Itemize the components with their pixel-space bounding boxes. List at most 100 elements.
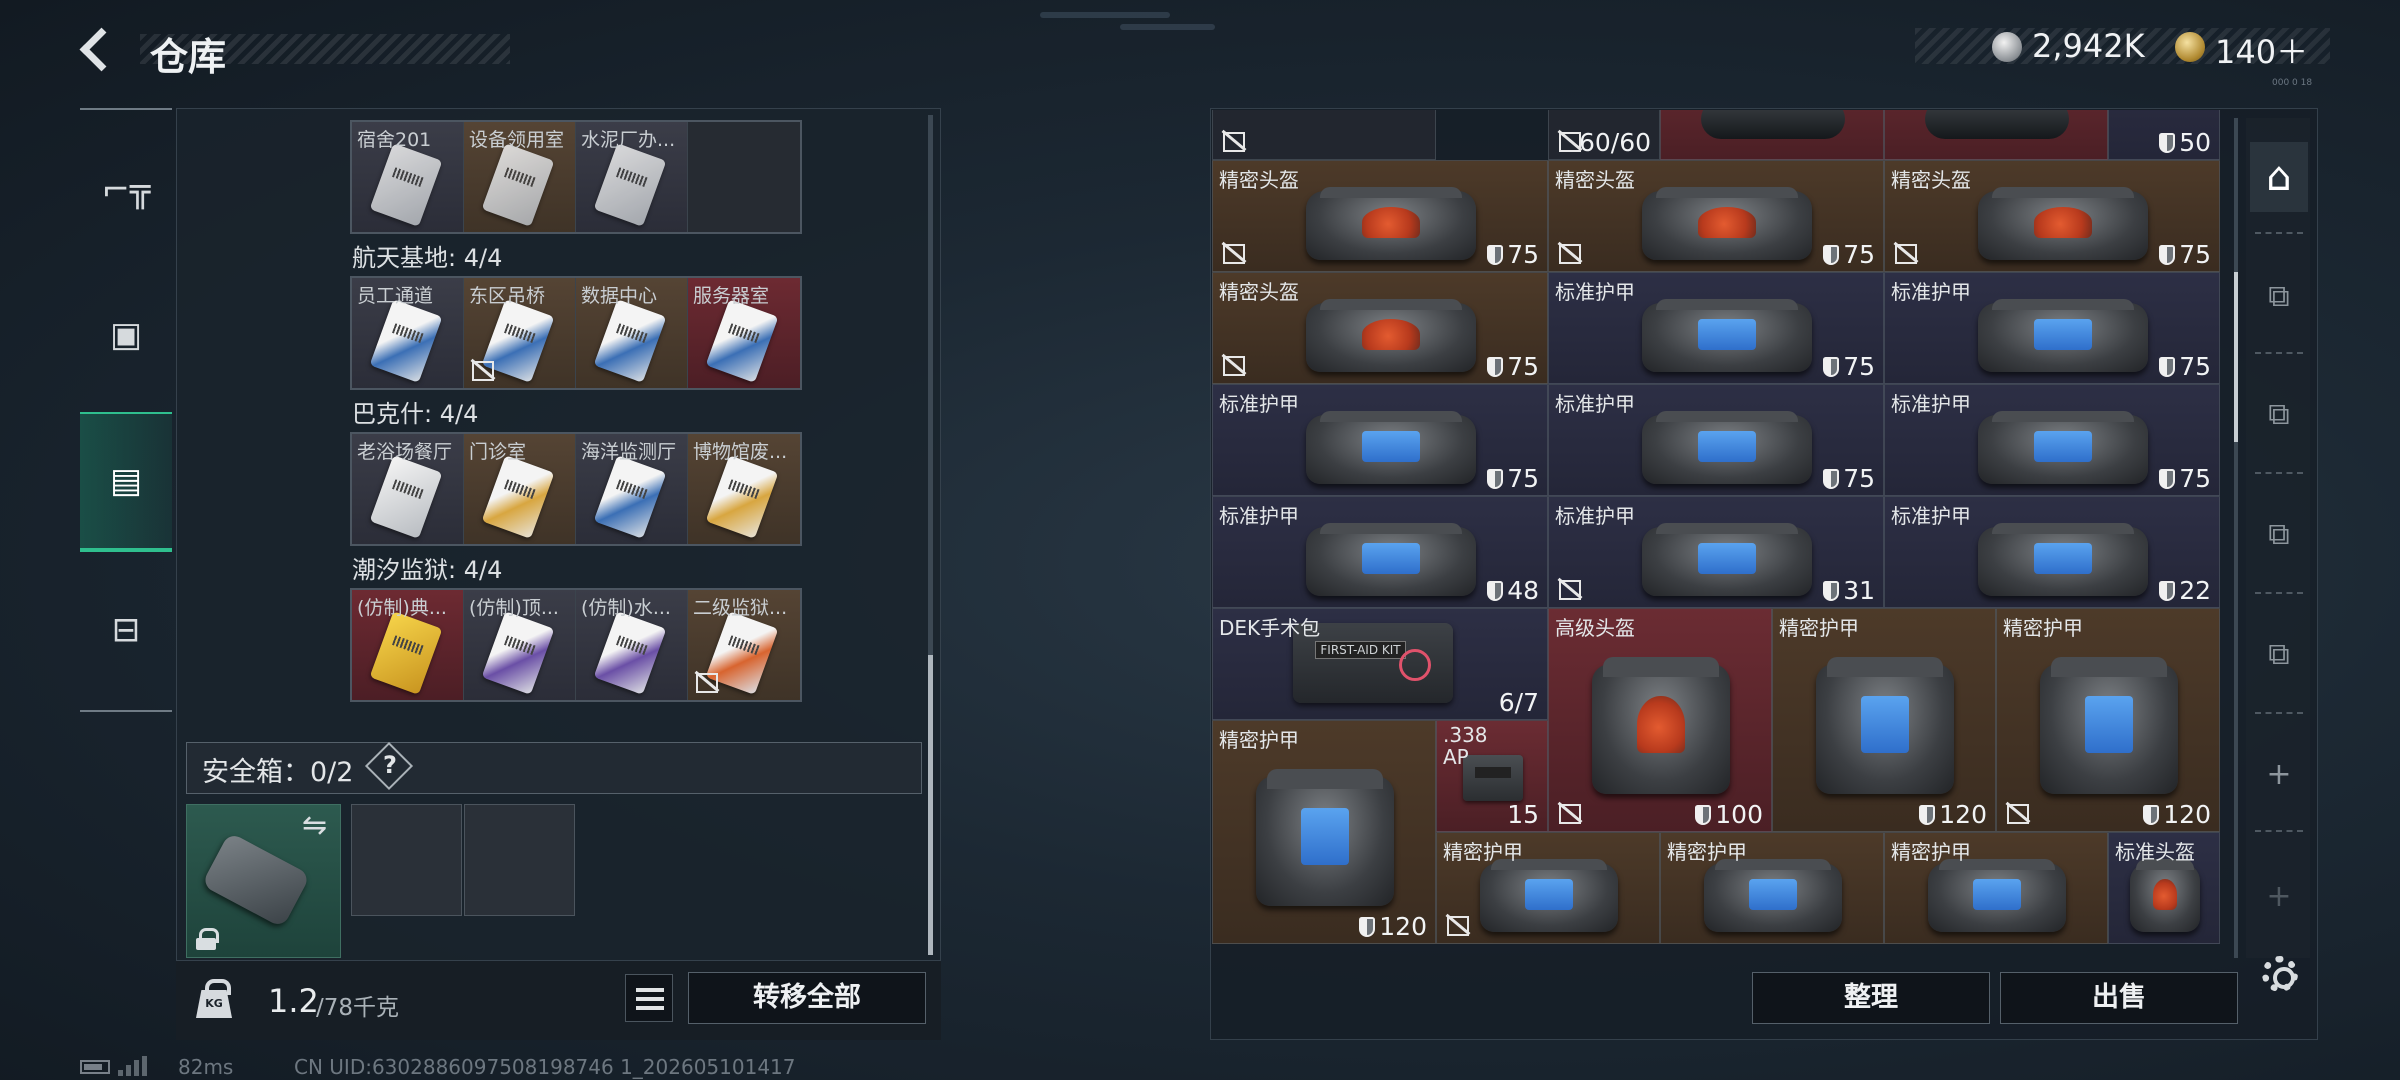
stash-item-stat: 75 [1823,464,1875,493]
key-card-name: (仿制)顶... [469,597,559,619]
key-card[interactable]: 数据中心 [576,278,688,388]
stash-item[interactable]: 60/60 [1548,110,1660,161]
stash-item[interactable]: 标准护甲 75 [1884,272,2220,385]
stash-item-name: 标准护甲 [1891,504,1971,529]
stash-item[interactable]: 精密护甲 120 [1212,720,1436,945]
key-group-title: 巴克什: 4/4 [352,400,479,428]
nav-weapons[interactable]: ⌐╦ [80,140,172,240]
keycard-icon [481,143,555,227]
stash-item[interactable]: 标准护甲 75 [1548,384,1884,497]
key-card-name: 员工通道 [357,285,434,307]
keycard-icon [481,611,555,695]
stash-item[interactable]: 精密头盔 75 [1212,272,1548,385]
stash-item[interactable]: .338 AP 15 [1436,720,1548,833]
key-card[interactable]: (仿制)水... [576,590,688,700]
stash-item-value: 120 [1379,912,1427,942]
transfer-all-button[interactable]: 转移全部 [688,972,926,1024]
stash-item[interactable]: 标准护甲 75 [1212,384,1548,497]
nav-storage[interactable]: ▤ [80,412,172,552]
nav-toolbox[interactable]: ⊟ [80,580,172,680]
stash-item[interactable]: 标准护甲 22 [1884,496,2220,609]
stash-item[interactable]: 精密护甲 120 [1772,608,1996,833]
key-card[interactable]: 老浴场餐厅 [352,434,464,544]
stash-item-value: 6/7 [1498,688,1539,718]
armor-bag-icon [1978,410,2148,485]
keycard-icon [369,611,443,695]
stash-item-partial[interactable] [1212,110,1436,161]
key-card[interactable]: 设备领用室 [464,122,576,232]
key-card[interactable]: 东区吊桥 [464,278,576,388]
key-card[interactable]: 海洋监测厅 [576,434,688,544]
gold-amount[interactable]: 140＋ [2215,27,2308,73]
key-card[interactable]: 水泥厂办... [576,122,688,232]
swap-icon[interactable]: ⇋ [302,808,327,843]
key-card[interactable]: 宿舍201 [352,122,464,232]
stash-item-name: 标准护甲 [1555,392,1635,417]
stash-item[interactable]: 精密护甲 120 [1996,608,2220,833]
stash-item[interactable]: 标准护甲 48 [1212,496,1548,609]
stash-item[interactable]: 标准护甲 75 [1548,272,1884,385]
key-card[interactable]: (仿制)顶... [464,590,576,700]
key-card[interactable]: 员工通道 [352,278,464,388]
nav-gear[interactable]: ▣ [80,285,172,385]
weight-icon[interactable] [196,979,232,1019]
keycard-icon [369,299,443,383]
stash-item[interactable]: 50 [2108,110,2220,161]
stash-tab-mod-4a[interactable]: ⧉ [2250,380,2308,450]
key-card-name: 宿舍201 [357,129,432,151]
stash-item[interactable]: 标准头盔 [2108,832,2220,945]
empty-key-slot[interactable] [688,122,800,232]
stash-item-name: 精密护甲 [1891,840,1971,865]
stash-tab-armor[interactable]: ⌂ [2250,142,2308,212]
key-card-name: 服务器室 [693,285,770,307]
stash-item-name: 标准护甲 [1219,504,1299,529]
key-card[interactable]: 博物馆废... [688,434,800,544]
list-view-button[interactable] [625,974,673,1022]
stash-item[interactable]: 精密头盔 75 [1884,160,2220,273]
stash-item-name: 精密护甲 [1667,840,1747,865]
stash-item-value: 100 [1715,800,1763,830]
back-button[interactable] [78,26,122,70]
stash-item[interactable]: 高级头盔 100 [1548,608,1772,833]
stash-tab-mod-4c[interactable]: ⧉ [2250,620,2308,690]
armor-bag-icon [1255,768,1395,907]
key-card[interactable]: (仿制)典... [352,590,464,700]
armor-bag-icon [1978,298,2148,373]
safebox-label: 安全箱：0/2 [202,757,354,788]
safebox-empty-slot[interactable] [351,804,462,916]
stash-item[interactable]: 精密头盔 75 [1212,160,1548,273]
key-card-name: 水泥厂办... [581,129,676,151]
durability-shield-icon [1823,469,1840,490]
stash-item-value: 75 [1843,240,1875,270]
stash-item[interactable]: 精密头盔 75 [1548,160,1884,273]
durability-shield-icon [1823,581,1840,602]
stash-item-stat: 50 [2159,128,2211,157]
key-card[interactable]: 服务器室 [688,278,800,388]
stash-item[interactable]: 精密护甲 [1436,832,1660,945]
stash-tab-mod-4b[interactable]: ⧉ [2250,500,2308,570]
add-tab-button[interactable]: + [2250,740,2308,810]
stash-item[interactable]: 标准护甲 31 [1548,496,1884,609]
durability-shield-icon [2159,245,2176,266]
stash-scrollbar-track[interactable] [2234,118,2238,958]
inventory-scrollbar-thumb[interactable] [928,655,933,955]
safebox-empty-slot[interactable] [464,804,575,916]
key-card[interactable]: 门诊室 [464,434,576,544]
help-icon: ? [383,751,397,779]
stash-tab-mod-3[interactable]: ⧉ [2250,262,2308,332]
no-drop-icon [1893,241,1919,265]
durability-shield-icon [1487,581,1504,602]
stash-item[interactable]: 标准护甲 75 [1884,384,2220,497]
sort-button[interactable]: 整理 [1752,972,1990,1024]
durability-shield-icon [1359,917,1376,938]
stash-item[interactable]: 精密护甲 [1660,832,1884,945]
stash-item-partial[interactable] [1660,110,1884,161]
stash-scrollbar-thumb[interactable] [2234,272,2238,442]
stash-item-partial[interactable] [1884,110,2108,161]
sell-button[interactable]: 出售 [2000,972,2238,1024]
settings-gear-icon[interactable] [2262,956,2298,992]
stash-item[interactable]: DEK手术包 6/7 [1212,608,1548,721]
key-card[interactable]: 二级监狱... [688,590,800,700]
stash-item[interactable]: 精密护甲 [1884,832,2108,945]
stash-item-stat: 31 [1823,576,1875,605]
